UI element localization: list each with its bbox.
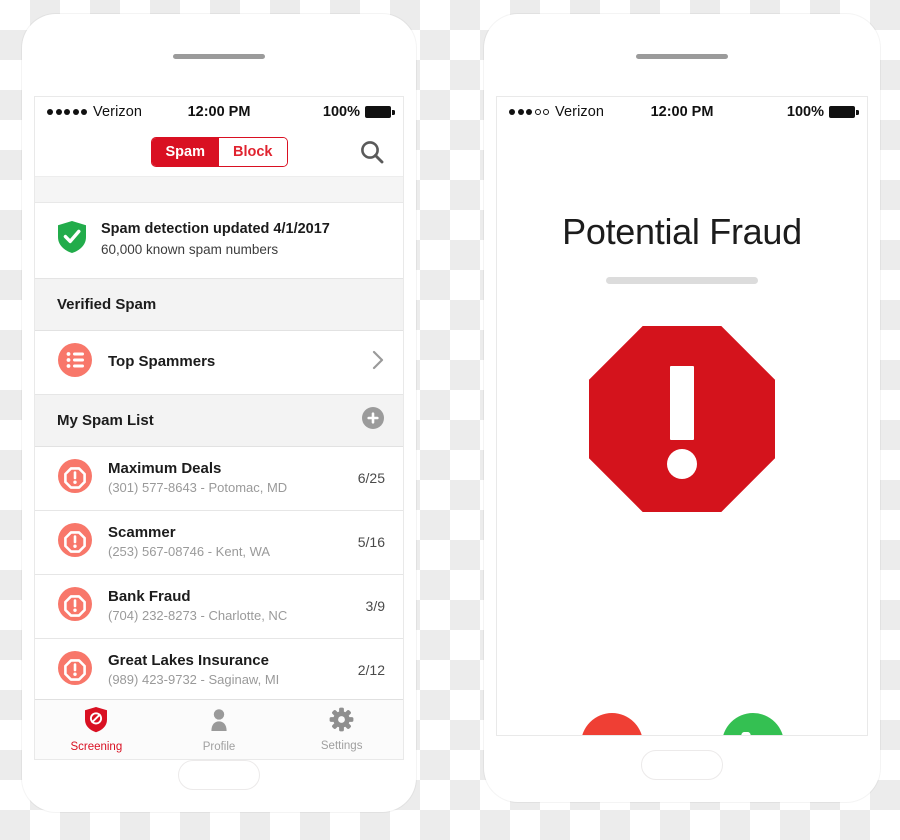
content-spacer-band: [35, 177, 403, 203]
search-icon[interactable]: [359, 139, 385, 165]
navbar: Spam Block: [35, 127, 403, 177]
alert-octagon-icon: [589, 326, 775, 512]
signal-dot: [55, 109, 62, 115]
list-item-title: Top Spammers: [108, 352, 216, 370]
carrier-label: Verizon: [93, 104, 143, 120]
table-cell-number: (253) 567-08746 - Kent, WA: [108, 544, 271, 560]
status-signal-group: Verizon: [47, 104, 142, 120]
tab-screening[interactable]: Screening: [35, 700, 158, 759]
call-action-bar: [497, 713, 867, 736]
segment-spam[interactable]: Spam: [151, 137, 219, 166]
signal-dot-empty: [534, 109, 541, 115]
segmented-control[interactable]: Spam Block: [150, 136, 288, 167]
table-cell-title: Scammer: [108, 523, 176, 541]
accept-call-button[interactable]: [721, 713, 784, 735]
signal-dot: [526, 109, 532, 115]
signal-dot: [72, 109, 79, 115]
table-cell-number: (989) 423-9732 - Saginaw, MI: [108, 672, 280, 688]
signal-dot: [81, 109, 87, 115]
status-signal-group: Verizon: [509, 104, 604, 120]
section-header-my-spam-list: My Spam List: [35, 394, 403, 447]
alert-octagon-icon: [57, 522, 93, 563]
table-cell-title: Great Lakes Insurance: [108, 651, 269, 669]
phone-right: Verizon 12:00 PM 100% Potential Fraud: [484, 14, 880, 802]
table-row-body: Maximum Deals (301) 577-8643 - Potomac, …: [108, 459, 348, 497]
section-title-my-spam-list: My Spam List: [57, 411, 154, 429]
decline-call-group: [580, 713, 643, 736]
table-cell-number: (704) 232-8273 - Charlotte, NC: [108, 608, 288, 624]
speaker-grille: [173, 54, 265, 59]
spam-detection-card: Spam detection updated 4/1/2017 60,000 k…: [35, 203, 403, 279]
shield-check-icon: [57, 220, 87, 259]
incoming-call-screen: Potential Fraud: [497, 211, 867, 736]
battery-icon: [365, 106, 395, 118]
tab-label-settings: Settings: [320, 740, 363, 752]
screen-right: Verizon 12:00 PM 100% Potential Fraud: [496, 96, 868, 736]
table-row[interactable]: Great Lakes Insurance (989) 423-9732 - S…: [35, 638, 403, 703]
signal-dot: [47, 109, 53, 115]
battery-group: 100%: [786, 104, 859, 120]
table-cell-count: 2/12: [357, 662, 385, 679]
table-cell-title: Bank Fraud: [108, 587, 191, 605]
segment-block[interactable]: Block: [219, 137, 287, 166]
table-cell-number: (301) 577-8643 - Potomac, MD: [108, 480, 288, 496]
tab-label-profile: Profile: [202, 740, 236, 753]
signal-dot: [64, 109, 70, 115]
battery-percent-label: 100%: [322, 104, 360, 120]
table-cell-count: 5/16: [357, 534, 385, 551]
spam-detection-title: Spam detection updated 4/1/2017: [101, 221, 330, 237]
carrier-label: Verizon: [555, 104, 605, 120]
decline-call-button[interactable]: [580, 713, 643, 736]
table-row[interactable]: Scammer (253) 567-08746 - Kent, WA 5/16: [35, 510, 403, 575]
alert-octagon-icon: [57, 458, 93, 499]
table-cell-count: 6/25: [357, 470, 385, 487]
table-row-body: Scammer (253) 567-08746 - Kent, WA: [108, 523, 348, 561]
table-row-body: Bank Fraud (704) 232-8273 - Charlotte, N…: [108, 587, 356, 625]
section-title-verified-spam: Verified Spam: [57, 295, 157, 313]
shield-block-icon: [84, 706, 108, 738]
battery-icon: [829, 106, 859, 118]
signal-dot-empty: [543, 109, 549, 115]
gear-icon: [329, 707, 354, 737]
phone-decline-icon: [596, 728, 628, 736]
table-cell-count: 3/9: [365, 598, 385, 615]
screen-left: Verizon 12:00 PM 100% Spam Block Spam de…: [34, 96, 404, 760]
signal-dot: [517, 109, 524, 115]
table-row[interactable]: Maximum Deals (301) 577-8643 - Potomac, …: [35, 446, 403, 511]
table-row[interactable]: Bank Fraud (704) 232-8273 - Charlotte, N…: [35, 574, 403, 639]
status-bar-right: Verizon 12:00 PM 100%: [497, 97, 867, 127]
person-icon: [207, 707, 231, 738]
home-button[interactable]: [178, 760, 260, 790]
spam-detection-subtitle: 60,000 known spam numbers: [101, 242, 279, 258]
signal-dots: [47, 109, 87, 115]
alert-octagon-icon: [57, 650, 93, 691]
phone-left: Verizon 12:00 PM 100% Spam Block Spam de…: [22, 14, 416, 812]
spam-detection-text: Spam detection updated 4/1/2017 60,000 k…: [101, 219, 330, 260]
list-item-top-spammers[interactable]: Top Spammers: [35, 330, 403, 395]
table-cell-title: Maximum Deals: [108, 459, 222, 477]
section-header-verified-spam: Verified Spam: [35, 278, 403, 331]
list-item-body: Top Spammers: [108, 352, 371, 372]
battery-group: 100%: [322, 104, 395, 120]
list-icon: [57, 342, 93, 383]
tab-profile[interactable]: Profile: [158, 700, 281, 759]
tab-settings[interactable]: Settings: [280, 700, 403, 759]
phone-accept-icon: [740, 732, 751, 735]
caller-subtitle-placeholder: [606, 277, 758, 284]
alert-octagon-icon: [57, 586, 93, 627]
tab-bar: Screening Profile Settings: [35, 699, 403, 759]
chevron-right-icon: [371, 349, 385, 376]
home-button[interactable]: [641, 750, 723, 780]
battery-percent-label: 100%: [786, 104, 824, 120]
accept-call-group: [721, 713, 784, 735]
signal-dots: [509, 109, 549, 115]
status-bar-left: Verizon 12:00 PM 100%: [35, 97, 403, 127]
page-title: Potential Fraud: [562, 211, 802, 252]
plus-circle-icon[interactable]: [361, 406, 385, 434]
table-row-body: Great Lakes Insurance (989) 423-9732 - S…: [108, 651, 348, 689]
speaker-grille: [636, 54, 728, 59]
signal-dot: [509, 109, 515, 115]
tab-label-screening: Screening: [70, 741, 123, 753]
